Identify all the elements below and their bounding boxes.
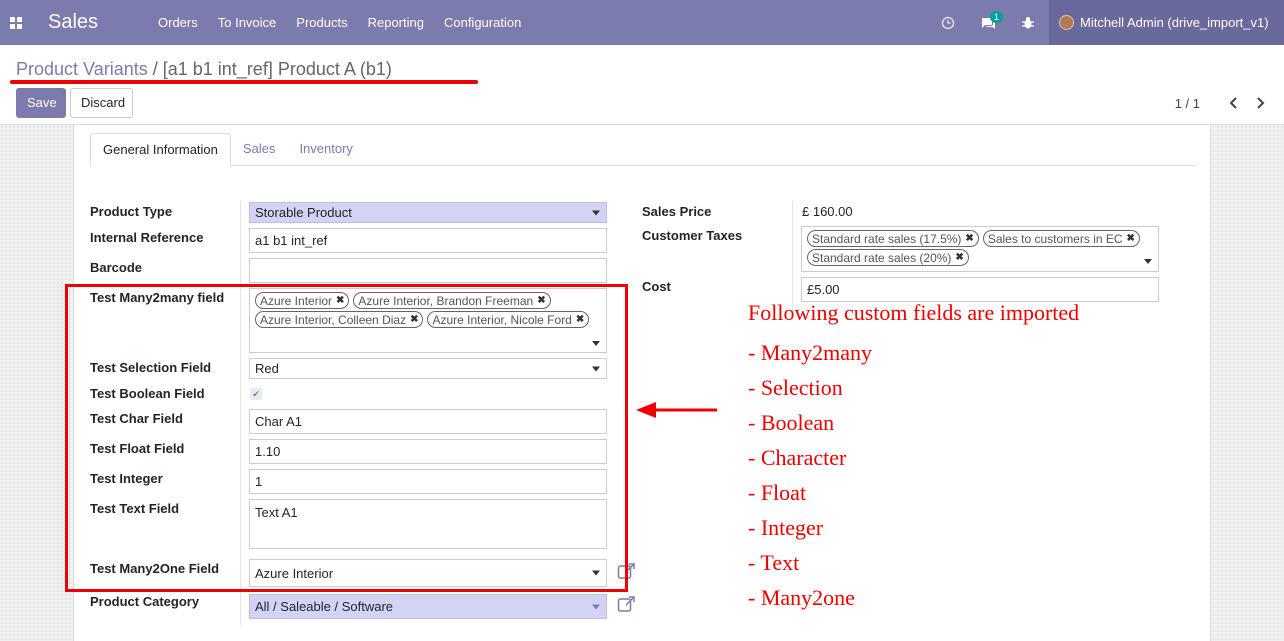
sales-price-value[interactable]: £ 160.00	[802, 204, 853, 219]
annotation-item-many2many: - Many2many	[748, 340, 873, 365]
category-label: Product Category	[90, 594, 200, 609]
chevron-down-icon	[592, 604, 600, 609]
category-value: All / Saleable / Software	[255, 599, 394, 614]
chevron-down-icon[interactable]	[1144, 259, 1152, 264]
external-link-icon[interactable]	[617, 595, 637, 613]
barcode-label: Barcode	[90, 260, 143, 275]
tax-tag: Standard rate sales (20%) ✖	[807, 249, 969, 266]
tag-label: Sales to customers in EC	[987, 231, 1123, 246]
chevron-right-icon[interactable]	[1252, 95, 1268, 111]
tab-sales[interactable]: Sales	[231, 133, 288, 165]
customer-taxes-label: Customer Taxes	[642, 228, 743, 243]
messages-badge: 1	[990, 11, 1004, 23]
menu-reporting[interactable]: Reporting	[358, 0, 434, 45]
tax-tag: Standard rate sales (17.5%) ✖	[807, 230, 979, 247]
pager: 1 / 1	[1175, 95, 1268, 111]
annotation-underline	[10, 80, 478, 84]
category-select[interactable]: All / Saleable / Software	[249, 594, 607, 619]
internal-reference-input[interactable]: a1 b1 int_ref	[249, 228, 607, 253]
pager-value[interactable]: 1 / 1	[1175, 96, 1200, 111]
close-icon[interactable]: ✖	[1127, 233, 1135, 244]
cost-input[interactable]: £5.00	[801, 277, 1159, 302]
top-navbar: Sales Orders To Invoice Products Reporti…	[0, 0, 1284, 45]
annotation-item-character: - Character	[748, 445, 847, 470]
messages-icon[interactable]: 1	[968, 0, 1008, 45]
tab-inventory[interactable]: Inventory	[287, 133, 364, 165]
app-name[interactable]: Sales	[48, 11, 144, 34]
chevron-left-icon[interactable]	[1226, 95, 1242, 111]
chevron-down-icon	[592, 210, 600, 215]
annotation-arrow-icon	[636, 402, 717, 418]
avatar	[1059, 15, 1074, 30]
menu-products[interactable]: Products	[286, 0, 357, 45]
control-panel: Product Variants / [a1 b1 int_ref] Product…	[0, 45, 1284, 125]
breadcrumb: Product Variants / [a1 b1 int_ref] Product…	[16, 59, 392, 80]
annotation-item-text: - Text	[748, 550, 800, 575]
right-group-divider	[792, 201, 793, 311]
annotation-heading: Following custom fields are imported	[748, 300, 1080, 325]
close-icon[interactable]: ✖	[965, 233, 973, 244]
breadcrumb-product-variants[interactable]: Product Variants	[16, 59, 148, 79]
product-type-label: Product Type	[90, 204, 173, 219]
discard-button[interactable]: Discard	[70, 88, 133, 118]
notebook-tabs: General Information Sales Inventory	[90, 133, 1196, 167]
tag-label: Standard rate sales (20%)	[812, 250, 952, 265]
annotation-item-selection: - Selection	[748, 375, 843, 400]
product-type-value: Storable Product	[255, 205, 352, 220]
internal-reference-label: Internal Reference	[90, 230, 204, 245]
breadcrumb-current: [a1 b1 int_ref] Product A (b1)	[162, 59, 392, 79]
annotation-item-many2one: - Many2one	[748, 585, 855, 610]
sales-price-label: Sales Price	[642, 204, 712, 219]
annotation-item-float: - Float	[748, 480, 807, 505]
menu-orders[interactable]: Orders	[148, 0, 208, 45]
breadcrumb-separator: /	[152, 59, 158, 79]
menu-to-invoice[interactable]: To Invoice	[208, 0, 287, 45]
annotation-box	[65, 284, 628, 592]
clock-icon[interactable]	[928, 0, 968, 45]
tag-label: Standard rate sales (17.5%)	[812, 231, 962, 246]
systray: 1	[928, 0, 1048, 45]
main-menu: Orders To Invoice Products Reporting Con…	[148, 0, 531, 45]
user-menu[interactable]: Mitchell Admin (drive_import_v1)	[1049, 0, 1284, 45]
tab-general-information[interactable]: General Information	[90, 133, 231, 167]
annotation-item-boolean: - Boolean	[748, 410, 835, 435]
save-button[interactable]: Save	[16, 88, 66, 118]
barcode-input[interactable]	[249, 258, 607, 283]
debug-bug-icon[interactable]	[1008, 0, 1048, 45]
product-type-select[interactable]: Storable Product	[249, 202, 607, 223]
close-icon[interactable]: ✖	[955, 252, 963, 263]
customer-taxes-input[interactable]: Standard rate sales (17.5%) ✖ Sales to cus…	[801, 226, 1159, 272]
user-name: Mitchell Admin (drive_import_v1)	[1080, 15, 1269, 30]
apps-menu-icon[interactable]	[0, 0, 32, 45]
menu-configuration[interactable]: Configuration	[434, 0, 531, 45]
annotation-item-integer: - Integer	[748, 515, 824, 540]
cost-label: Cost	[642, 279, 671, 294]
tax-tag: Sales to customers in EC ✖	[982, 230, 1140, 247]
